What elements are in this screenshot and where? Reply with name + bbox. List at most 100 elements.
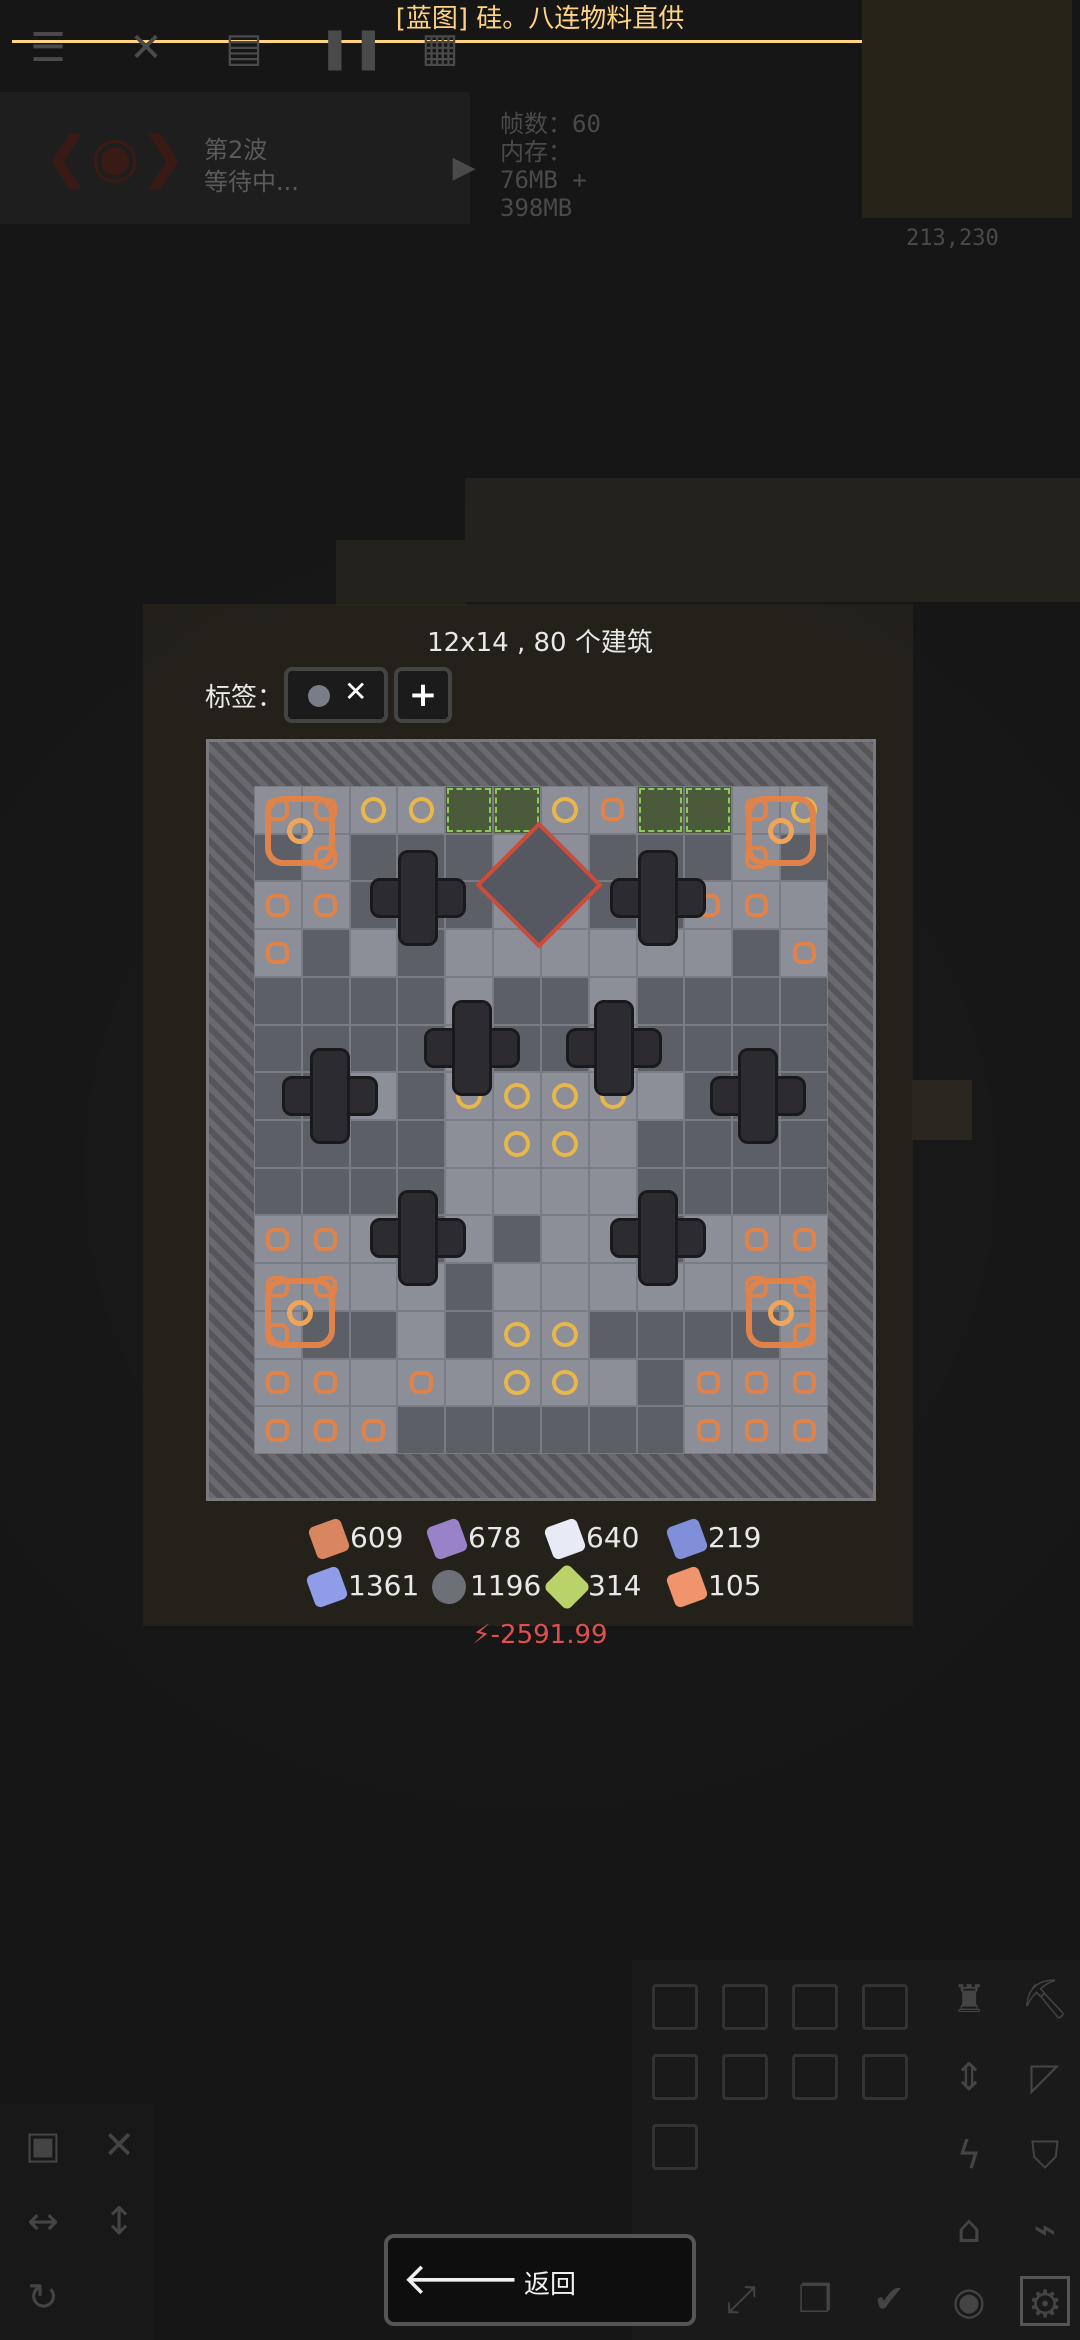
save-icon[interactable]: ▣ — [18, 2120, 68, 2170]
performance-stats: 帧数：60 内存： 76MB + 398MB — [500, 110, 601, 222]
list-icon[interactable]: ▦ — [416, 24, 464, 72]
menu-icon[interactable]: ☰ — [24, 24, 72, 72]
resource-surge: 314 — [542, 1562, 641, 1612]
add-tag-button[interactable]: + — [394, 667, 452, 723]
blueprint-building — [746, 1278, 816, 1348]
turret-category-icon[interactable]: ♜ — [944, 1974, 994, 2024]
blueprint-cell — [540, 1406, 589, 1454]
blueprint-cell — [301, 1406, 350, 1454]
flip-vertical-icon[interactable]: ↕ — [94, 2196, 144, 2246]
blueprint-cell — [254, 929, 302, 977]
power-consumption: ⚡-2591.99 — [472, 1620, 608, 1650]
resource-pyratite: 105 — [665, 1565, 761, 1609]
tags-label: 标签： — [205, 683, 284, 713]
blueprint-cell — [636, 1310, 685, 1359]
blueprint-cell — [301, 1358, 350, 1407]
blueprint-cell — [588, 1406, 637, 1454]
wave-info: 第2波 等待中... — [204, 134, 299, 198]
rotate-icon[interactable]: ↻ — [18, 2272, 68, 2322]
blueprint-cell — [493, 1120, 541, 1168]
blueprint-cell — [493, 1310, 541, 1359]
expand-icon[interactable]: ⤢ — [716, 2274, 766, 2324]
world-structure — [912, 1080, 972, 1140]
cancel-icon[interactable]: ✕ — [94, 2120, 144, 2170]
plastanium-icon — [305, 1565, 349, 1609]
clipboard-icon[interactable]: ▤ — [220, 24, 268, 72]
power-category-icon[interactable]: ϟ — [944, 2130, 994, 2180]
blueprint-cell — [588, 1310, 637, 1359]
crafting-category-icon[interactable]: ⌂ — [944, 2204, 994, 2254]
blueprint-cell — [493, 1263, 541, 1311]
build-panel — [632, 1960, 1080, 2340]
world-structure — [336, 540, 466, 606]
distribution-category-icon[interactable]: ⇕ — [944, 2052, 994, 2102]
blueprint-cell — [636, 1406, 685, 1454]
blueprint-cell — [493, 1215, 541, 1264]
blueprint-cell — [254, 881, 302, 930]
surge-icon — [542, 1562, 592, 1612]
resource-lead: 678 — [425, 1517, 521, 1561]
blueprint-cell — [397, 1358, 446, 1407]
blueprint-building — [370, 850, 466, 946]
liquid-category-icon[interactable]: ◸ — [1020, 2052, 1070, 2102]
blueprint-cell — [349, 1358, 398, 1407]
resource-copper: 609 — [307, 1517, 403, 1561]
tag-chip-silicon[interactable]: ✕ — [284, 667, 388, 723]
pause-icon[interactable]: ❚❚ — [318, 24, 385, 72]
block-slot[interactable] — [722, 2054, 768, 2100]
blueprint-cell — [732, 976, 781, 1025]
blueprint-cell — [684, 976, 733, 1025]
pyratite-icon — [665, 1565, 709, 1609]
resource-plastanium: 1361 — [305, 1565, 419, 1609]
defense-category-icon[interactable]: ⛉ — [1020, 2130, 1070, 2180]
blueprint-cell — [636, 1358, 685, 1407]
block-slot[interactable] — [862, 2054, 908, 2100]
resource-titanium: 219 — [665, 1517, 761, 1561]
back-button[interactable]: 🡐 返回 — [384, 2234, 696, 2326]
blueprint-size: 12x14 , 80 个建筑 — [427, 628, 653, 658]
back-button-label: 返回 — [523, 2270, 576, 2300]
block-slot[interactable] — [792, 1984, 838, 2030]
units-category-icon[interactable]: ⌁ — [1020, 2204, 1070, 2254]
confirm-icon[interactable]: ✔ — [864, 2274, 914, 2324]
blueprint-cell — [540, 1167, 589, 1216]
blueprint-cell — [349, 786, 398, 834]
block-slot[interactable] — [792, 2054, 838, 2100]
block-slot[interactable] — [652, 2054, 698, 2100]
production-category-icon[interactable]: ⛏ — [1020, 1974, 1070, 2024]
blueprint-building — [746, 796, 816, 866]
skip-wave-icon[interactable]: ▶ — [440, 144, 488, 192]
blueprint-cell — [780, 1358, 828, 1407]
copy-icon[interactable]: ❐ — [790, 2274, 840, 2324]
blueprint-cell — [732, 929, 781, 977]
block-slot[interactable] — [652, 1984, 698, 2030]
flip-horizontal-icon[interactable]: ↔ — [18, 2196, 68, 2246]
blueprint-cell — [540, 1358, 589, 1407]
tag-remove-icon[interactable]: ✕ — [344, 675, 367, 708]
effect-category-icon[interactable]: ◉ — [944, 2276, 994, 2326]
close-icon[interactable]: ✕ — [122, 24, 170, 72]
blueprint-cell — [445, 786, 494, 834]
world-structure — [465, 478, 1080, 602]
blueprint-cell — [780, 1167, 828, 1216]
blueprint-cell — [540, 1120, 589, 1168]
blueprint-cell — [349, 976, 398, 1025]
resource-silicon: 1196 — [427, 1565, 541, 1609]
blueprint-cell — [445, 1358, 494, 1407]
blueprint-cell — [254, 1358, 302, 1407]
wave-status: 等待中... — [204, 168, 299, 196]
logic-category-icon[interactable]: ⚙ — [1020, 2276, 1070, 2326]
block-slot[interactable] — [862, 1984, 908, 2030]
block-slot[interactable] — [722, 1984, 768, 2030]
block-slot[interactable] — [652, 2124, 698, 2170]
plus-icon: + — [408, 675, 438, 715]
blueprint-building — [370, 1190, 466, 1286]
blueprint-cell — [397, 1120, 446, 1168]
wave-label: 第2波 — [204, 136, 268, 164]
lead-icon — [425, 1517, 469, 1561]
titanium-icon — [665, 1517, 709, 1561]
blueprint-cell — [397, 1310, 446, 1359]
minimap[interactable] — [862, 0, 1072, 218]
blueprint-cell — [493, 1167, 541, 1216]
blueprint-cell — [732, 1167, 781, 1216]
